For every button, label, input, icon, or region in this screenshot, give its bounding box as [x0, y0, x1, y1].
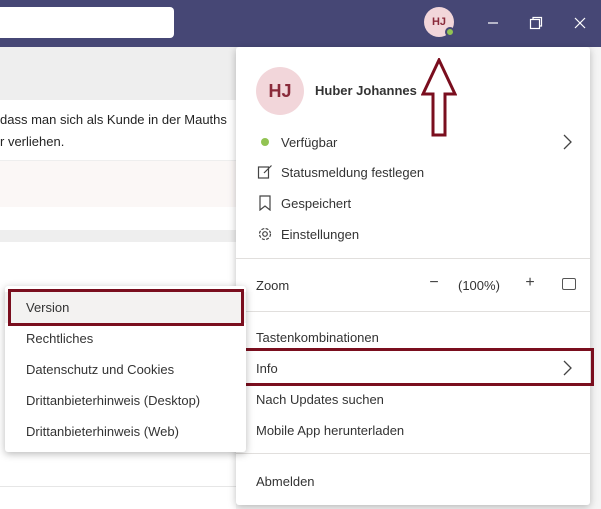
- minimize-button[interactable]: [481, 11, 505, 35]
- presence-available-icon: [256, 133, 274, 151]
- download-mobile-app-item[interactable]: Mobile App herunterladen: [236, 415, 590, 445]
- submenu-item-label: Drittanbieterhinweis (Web): [26, 424, 179, 439]
- bookmark-icon: [256, 194, 274, 212]
- background-tinted-area: [0, 160, 236, 207]
- edit-note-icon: [256, 163, 274, 181]
- download-mobile-app-label: Mobile App herunterladen: [256, 422, 405, 438]
- profile-avatar-large: HJ: [256, 67, 304, 115]
- restore-icon: [529, 16, 543, 30]
- zoom-label: Zoom: [256, 278, 290, 293]
- zoom-out-button[interactable]: −: [426, 274, 442, 294]
- gear-icon: [256, 225, 274, 243]
- status-available-item[interactable]: Verfügbar: [236, 127, 590, 157]
- saved-item[interactable]: Gespeichert: [236, 188, 590, 218]
- submenu-item-label: Datenschutz und Cookies: [26, 362, 175, 377]
- keyboard-shortcuts-label: Tastenkombinationen: [256, 329, 379, 345]
- background-divider: [0, 486, 236, 487]
- background-text-line: dass man sich als Kunde in der Mauths: [0, 112, 227, 127]
- menu-divider: [236, 311, 590, 312]
- sign-out-label: Abmelden: [256, 473, 315, 489]
- zoom-row: Zoom − (100%) +: [236, 270, 590, 300]
- minimize-icon: [488, 22, 498, 24]
- info-highlight-annotation: [243, 348, 594, 386]
- close-button[interactable]: [568, 11, 592, 35]
- submenu-item-label: Drittanbieterhinweis (Desktop): [26, 393, 201, 408]
- search-input[interactable]: [0, 7, 174, 38]
- settings-item[interactable]: Einstellungen: [236, 219, 590, 249]
- background-header: [0, 47, 236, 101]
- presence-available-icon: [445, 27, 455, 37]
- annotation-arrow-up-icon: [421, 58, 457, 137]
- saved-label: Gespeichert: [281, 195, 352, 211]
- submenu-item-third-party-desktop[interactable]: Drittanbieterhinweis (Desktop): [5, 385, 246, 416]
- chevron-right-icon: [563, 134, 572, 150]
- user-name: Huber Johannes: [315, 83, 417, 98]
- background-separator: [0, 230, 236, 242]
- settings-label: Einstellungen: [281, 226, 360, 242]
- version-highlight-annotation: [8, 289, 244, 326]
- submenu-item-privacy[interactable]: Datenschutz und Cookies: [5, 354, 246, 385]
- sign-out-item[interactable]: Abmelden: [236, 466, 590, 496]
- zoom-fit-icon[interactable]: [562, 278, 576, 290]
- zoom-in-button[interactable]: +: [522, 274, 538, 294]
- avatar-initials: HJ: [268, 80, 292, 101]
- restore-button[interactable]: [524, 11, 548, 35]
- check-updates-label: Nach Updates suchen: [256, 391, 384, 407]
- menu-divider: [236, 258, 590, 259]
- background-text-line: r verliehen.: [0, 134, 65, 149]
- set-status-message-item[interactable]: Statusmeldung festlegen: [236, 157, 590, 187]
- set-status-message-label: Statusmeldung festlegen: [281, 164, 425, 180]
- menu-divider: [236, 453, 590, 454]
- avatar-initials: HJ: [431, 16, 447, 28]
- status-label: Verfügbar: [281, 134, 338, 150]
- submenu-item-third-party-web[interactable]: Drittanbieterhinweis (Web): [5, 416, 246, 447]
- profile-menu: HJ Huber Johannes Verfügbar Statusmeldun…: [236, 47, 590, 505]
- zoom-level: (100%): [458, 278, 500, 293]
- submenu-item-label: Rechtliches: [26, 331, 94, 346]
- submenu-item-legal[interactable]: Rechtliches: [5, 323, 246, 354]
- check-updates-item[interactable]: Nach Updates suchen: [236, 384, 590, 414]
- close-icon: [574, 17, 586, 29]
